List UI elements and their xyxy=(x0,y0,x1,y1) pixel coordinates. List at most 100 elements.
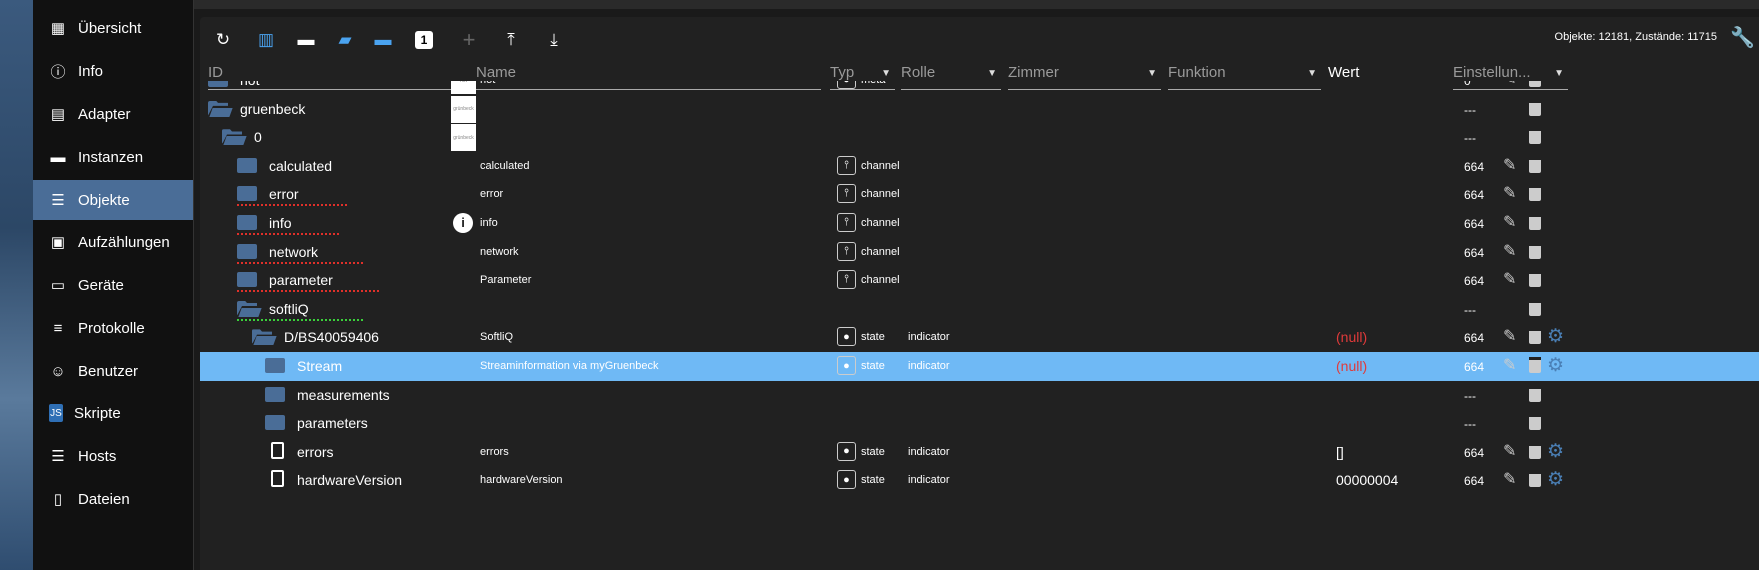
download-icon[interactable]: ⤓ xyxy=(543,29,565,51)
folder-open-icon-flap xyxy=(209,107,233,117)
sidebar-item-hosts[interactable]: ☰ Hosts xyxy=(33,436,193,476)
edit-icon[interactable]: ✎ xyxy=(1503,155,1516,175)
object-value[interactable]: [] xyxy=(1336,444,1344,460)
delete-icon[interactable] xyxy=(1529,357,1541,373)
table-row[interactable]: parameter Parameter ⫯ channel 664 ✎ xyxy=(200,266,1759,295)
wrench-icon[interactable]: 🔧 xyxy=(1730,25,1755,50)
column-name-label: Name xyxy=(476,64,517,81)
edit-icon[interactable]: ✎ xyxy=(1503,441,1516,461)
delete-icon[interactable] xyxy=(1529,442,1541,459)
edit-icon[interactable]: ✎ xyxy=(1503,469,1516,489)
delete-icon[interactable] xyxy=(1529,299,1541,316)
delete-icon[interactable] xyxy=(1529,156,1541,173)
edit-icon[interactable]: ✎ xyxy=(1503,81,1516,89)
sidebar-item-benutzer[interactable]: ☺ Benutzer xyxy=(33,351,193,391)
object-type: channel xyxy=(861,217,900,229)
folder-icon[interactable] xyxy=(208,81,228,87)
acl-value: 664 xyxy=(1464,159,1485,174)
edit-icon[interactable]: ✎ xyxy=(1503,326,1516,346)
table-row[interactable]: calculated calculated ⫯ channel 664 ✎ xyxy=(200,152,1759,181)
delete-icon[interactable] xyxy=(1529,185,1541,202)
table-row[interactable]: info i info ⫯ channel 664 ✎ xyxy=(200,209,1759,238)
folder-icon[interactable] xyxy=(237,272,257,288)
delete-icon[interactable] xyxy=(1529,471,1541,488)
folder-icon[interactable] xyxy=(265,358,285,373)
sidebar-item-protokolle[interactable]: ≡ Protokolle xyxy=(33,308,193,348)
delete-icon[interactable] xyxy=(1529,414,1541,431)
sidebar-item-label: Objekte xyxy=(78,191,130,209)
adapter-logo: grünbeck xyxy=(451,124,476,152)
sidebar-item-info[interactable]: ⓘ Info xyxy=(33,51,193,91)
js-icon: JS xyxy=(49,404,63,422)
delete-icon[interactable] xyxy=(1529,128,1541,145)
refresh-icon[interactable]: ↻ xyxy=(212,29,234,51)
delete-icon[interactable] xyxy=(1529,271,1541,288)
folder-open-icon[interactable]: ▰ xyxy=(334,29,356,51)
hosts-icon: ☰ xyxy=(51,448,65,465)
object-id: D/BS40059406 xyxy=(284,329,379,346)
delete-icon[interactable] xyxy=(1529,328,1541,345)
object-value[interactable]: (null) xyxy=(1336,358,1367,374)
table-row[interactable]: parameters --- xyxy=(200,409,1759,438)
table-row[interactable]: network network ⫯ channel 664 ✎ xyxy=(200,238,1759,267)
sidebar-item-adapter[interactable]: ▤ Adapter xyxy=(33,94,193,134)
table-row[interactable]: error error ⫯ channel 664 ✎ xyxy=(200,180,1759,209)
object-name: error xyxy=(480,188,504,201)
edit-icon[interactable]: ✎ xyxy=(1503,212,1516,232)
delete-icon[interactable] xyxy=(1529,99,1541,116)
delete-icon[interactable] xyxy=(1529,385,1541,402)
object-id: hot xyxy=(240,81,259,88)
sidebar-item-label: Protokolle xyxy=(78,319,145,337)
table-row[interactable]: errors errors ● state indicator [] 664 ✎ ⚙ xyxy=(200,438,1759,467)
gear-icon[interactable]: ⚙ xyxy=(1547,468,1564,491)
upload-icon[interactable]: ⤒ xyxy=(500,29,522,51)
edit-icon[interactable]: ✎ xyxy=(1503,183,1516,203)
sidebar-item-objekte[interactable]: ☰ Objekte xyxy=(33,180,193,220)
folder-icon[interactable] xyxy=(237,243,257,259)
edit-icon[interactable]: ✎ xyxy=(1503,269,1516,289)
acl-value: --- xyxy=(1464,417,1476,432)
sidebar-item-label: Geräte xyxy=(78,276,124,294)
folder-icon[interactable] xyxy=(237,157,257,173)
gear-icon[interactable]: ⚙ xyxy=(1547,440,1564,463)
edit-icon[interactable]: ✎ xyxy=(1503,355,1516,375)
table-row[interactable]: D/BS40059406 SoftliQ ● state indicator (null)… xyxy=(200,323,1759,352)
columns-icon[interactable]: ▥ xyxy=(255,29,277,51)
gear-icon[interactable]: ⚙ xyxy=(1547,325,1564,348)
table-row[interactable]: hothothot●meta0✎ xyxy=(200,81,1759,95)
delete-icon[interactable] xyxy=(1529,242,1541,259)
table-row[interactable]: gruenbeck grünbeck --- xyxy=(200,95,1759,124)
sidebar-item-skripte[interactable]: JS Skripte xyxy=(33,393,193,433)
object-id: gruenbeck xyxy=(240,100,306,117)
folder-icon[interactable]: ▬ xyxy=(295,29,317,51)
sidebar-item-übersicht[interactable]: ▦ Übersicht xyxy=(33,8,193,48)
add-icon[interactable]: + xyxy=(458,27,480,52)
object-value[interactable]: 00000004 xyxy=(1336,472,1398,488)
column-id-label: ID xyxy=(208,64,223,81)
sidebar-item-geräte[interactable]: ▭ Geräte xyxy=(33,265,193,305)
edit-icon[interactable]: ✎ xyxy=(1503,241,1516,261)
folder-icon[interactable] xyxy=(265,386,285,402)
object-id: calculated xyxy=(269,157,333,174)
sidebar-item-label: Adapter xyxy=(78,105,131,123)
table-row[interactable]: Stream Streaminformation via myGruenbeck ●… xyxy=(200,352,1759,381)
sidebar-item-aufzählungen[interactable]: ▣ Aufzählungen xyxy=(33,222,193,262)
channel-icon: ⫯ xyxy=(837,270,856,290)
gear-icon[interactable]: ⚙ xyxy=(1547,354,1564,377)
delete-icon[interactable] xyxy=(1529,81,1541,87)
sidebar-item-dateien[interactable]: ▯ Dateien xyxy=(33,479,193,519)
delete-icon[interactable] xyxy=(1529,214,1541,230)
folder-collapse-icon[interactable]: ▬ xyxy=(372,29,394,51)
sidebar-item-instanzen[interactable]: ▬ Instanzen xyxy=(33,137,193,177)
folder-icon[interactable] xyxy=(237,186,257,202)
expand-level-button[interactable]: 1 xyxy=(415,31,433,49)
table-row[interactable]: hardwareVersion hardwareVersion ● state indi… xyxy=(200,466,1759,495)
folder-icon[interactable] xyxy=(237,215,257,230)
table-row[interactable]: measurements --- xyxy=(200,381,1759,410)
spellcheck-underline xyxy=(237,318,363,321)
folder-icon[interactable] xyxy=(265,415,285,431)
table-row[interactable]: softliQ --- xyxy=(200,295,1759,324)
table-row[interactable]: 0 grünbeck --- xyxy=(200,123,1759,152)
object-value[interactable]: (null) xyxy=(1336,329,1367,345)
user-icon: ☺ xyxy=(50,362,66,380)
